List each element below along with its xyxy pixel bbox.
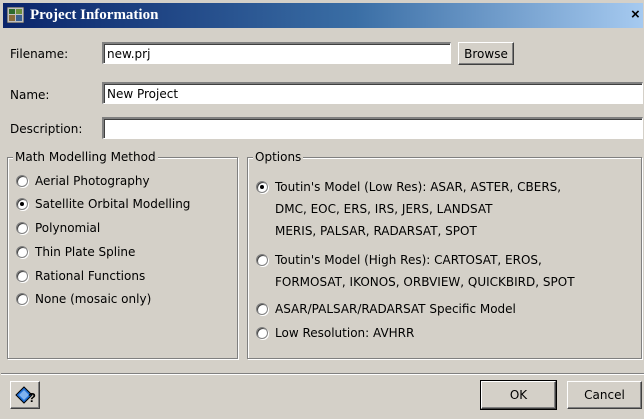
option-label: ASAR/PALSAR/RADARSAT Specific Model xyxy=(275,298,516,320)
radio-thin-plate-spline[interactable]: Thin Plate Spline xyxy=(16,245,135,260)
filename-label: Filename: xyxy=(10,47,69,61)
name-label: Name: xyxy=(10,88,50,102)
title-bar[interactable]: Project Information × xyxy=(3,3,643,28)
option-line: ASAR/PALSAR/RADARSAT Specific Model xyxy=(275,302,516,316)
ok-button[interactable]: OK xyxy=(480,380,557,410)
option-line: FORMOSAT, IKONOS, ORBVIEW, QUICKBIRD, SP… xyxy=(275,275,575,289)
option-label: Toutin's Model (Low Res): ASAR, ASTER, C… xyxy=(275,176,561,242)
radio-satellite-orbital-modelling[interactable]: Satellite Orbital Modelling xyxy=(16,197,190,212)
math-modelling-legend: Math Modelling Method xyxy=(13,150,158,164)
radio-button[interactable] xyxy=(256,181,268,193)
radio-button[interactable] xyxy=(16,222,28,234)
radio-button[interactable] xyxy=(16,270,28,282)
math-modelling-group: Math Modelling Method Aerial Photography… xyxy=(7,150,238,359)
options-group: Options Toutin's Model (Low Res): ASAR, … xyxy=(247,150,642,359)
option-line: DMC, EOC, ERS, IRS, JERS, LANDSAT xyxy=(275,202,493,216)
browse-button[interactable]: Browse xyxy=(458,42,514,65)
radio-label: Aerial Photography xyxy=(35,174,150,188)
app-icon xyxy=(7,7,24,23)
radio-label: Thin Plate Spline xyxy=(35,245,136,259)
context-help-icon: ? xyxy=(15,386,36,404)
radio-button[interactable] xyxy=(16,198,28,210)
radio-button[interactable] xyxy=(16,293,28,305)
radio-label: Rational Functions xyxy=(35,269,146,283)
filename-field[interactable] xyxy=(102,42,451,64)
option-line: Toutin's Model (High Res): CARTOSAT, ERO… xyxy=(275,253,542,267)
radio-asar-palsar-radarsat[interactable]: ASAR/PALSAR/RADARSAT Specific Model xyxy=(256,302,516,320)
description-field[interactable] xyxy=(102,117,643,139)
radio-aerial-photography[interactable]: Aerial Photography xyxy=(16,174,150,189)
description-label: Description: xyxy=(10,122,83,136)
name-field[interactable] xyxy=(102,82,643,104)
option-line: MERIS, PALSAR, RADARSAT, SPOT xyxy=(275,224,477,238)
radio-none-mosaic-only[interactable]: None (mosaic only) xyxy=(16,292,151,307)
radio-button[interactable] xyxy=(256,254,268,266)
radio-toutin-low-res[interactable]: Toutin's Model (Low Res): ASAR, ASTER, C… xyxy=(256,180,561,242)
help-button[interactable]: ? xyxy=(10,381,40,409)
cancel-button[interactable]: Cancel xyxy=(567,381,642,409)
radio-button[interactable] xyxy=(16,246,28,258)
radio-button[interactable] xyxy=(256,327,268,339)
radio-low-resolution-avhrr[interactable]: Low Resolution: AVHRR xyxy=(256,326,414,344)
options-legend: Options xyxy=(253,150,304,164)
radio-rational-functions[interactable]: Rational Functions xyxy=(16,269,145,284)
radio-label: Polynomial xyxy=(35,221,101,235)
option-label: Toutin's Model (High Res): CARTOSAT, ERO… xyxy=(275,249,575,293)
radio-button[interactable] xyxy=(16,175,28,187)
window-title: Project Information xyxy=(30,7,159,23)
radio-toutin-high-res[interactable]: Toutin's Model (High Res): CARTOSAT, ERO… xyxy=(256,253,575,293)
radio-polynomial[interactable]: Polynomial xyxy=(16,221,100,236)
close-icon[interactable]: × xyxy=(631,5,644,25)
option-line: Low Resolution: AVHRR xyxy=(275,326,415,340)
svg-text:?: ? xyxy=(28,390,36,404)
radio-button[interactable] xyxy=(256,303,268,315)
footer-separator xyxy=(1,373,644,375)
option-label: Low Resolution: AVHRR xyxy=(275,322,414,344)
option-line: Toutin's Model (Low Res): ASAR, ASTER, C… xyxy=(275,180,562,194)
radio-label: None (mosaic only) xyxy=(35,292,152,306)
project-information-dialog: Project Information × Filename: Browse N… xyxy=(0,0,644,419)
radio-label: Satellite Orbital Modelling xyxy=(35,197,191,211)
